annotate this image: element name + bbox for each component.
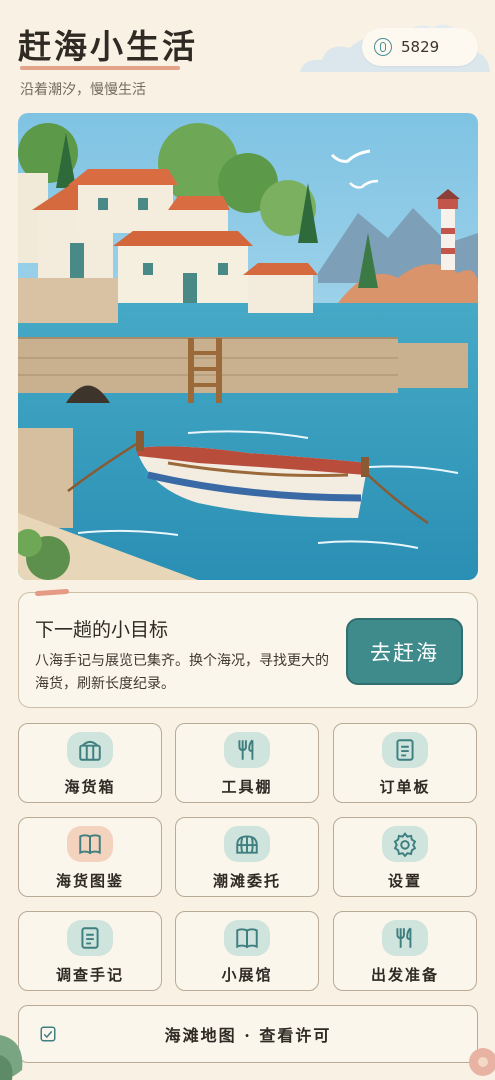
crate-icon xyxy=(79,740,101,761)
menu-tile-crate[interactable]: 海货箱 xyxy=(18,723,162,803)
menu-label: 调查手记 xyxy=(55,966,124,984)
beach-map-button[interactable]: 海滩地图 · 查看许可 xyxy=(18,1005,478,1063)
menu-tile-encyclopedia[interactable]: 海货图鉴 xyxy=(18,817,162,897)
menu-tile-order-board[interactable]: 订单板 xyxy=(333,723,477,803)
card-tab-decoration xyxy=(34,588,70,597)
menu-label: 设置 xyxy=(387,872,422,890)
app-subtitle: 沿着潮汐，慢慢生活 xyxy=(20,82,146,98)
coin-counter[interactable]: 5829 xyxy=(362,28,478,66)
flower-decoration xyxy=(469,1048,495,1076)
leaf-decoration xyxy=(0,1035,23,1080)
menu-tile-settings[interactable]: 设置 xyxy=(333,817,477,897)
goal-title: 下一趟的小目标 xyxy=(35,619,169,641)
menu-label: 出发准备 xyxy=(370,966,439,984)
harbor-illustration xyxy=(18,113,478,580)
menu-label: 工具棚 xyxy=(221,778,273,796)
menu-label: 海货图鉴 xyxy=(55,872,124,890)
coin-icon xyxy=(374,38,392,56)
order-board-icon xyxy=(396,739,414,761)
goal-description: 八海手记与展览已集齐。换个海况，寻找更大的海货，刷新长度纪录。 xyxy=(35,653,329,692)
title-underline xyxy=(20,66,180,70)
notes-icon xyxy=(81,927,99,949)
menu-tile-tools[interactable]: 工具棚 xyxy=(175,723,319,803)
menu-tile-museum[interactable]: 小展馆 xyxy=(175,911,319,991)
book-icon xyxy=(79,834,101,855)
next-goal-card: 下一趟的小目标 八海手记与展览已集齐。换个海况，寻找更大的海货，刷新长度纪录。 … xyxy=(18,588,478,708)
menu-tile-commission[interactable]: 潮滩委托 xyxy=(175,817,319,897)
app-title: 赶海小生活 xyxy=(18,27,198,66)
menu-label: 订单板 xyxy=(379,778,431,796)
coin-value: 5829 xyxy=(401,38,440,56)
menu-tile-survey-notes[interactable]: 调查手记 xyxy=(18,911,162,991)
menu-label: 潮滩委托 xyxy=(212,872,281,890)
beach-map-label: 海滩地图 · 查看许可 xyxy=(164,1026,332,1045)
menu-tile-departure-prep[interactable]: 出发准备 xyxy=(333,911,477,991)
go-fishing-button[interactable]: 去赶海 xyxy=(346,618,463,685)
museum-book-icon xyxy=(236,928,258,949)
utensils-icon xyxy=(396,927,412,948)
dome-icon xyxy=(236,835,258,854)
gear-icon xyxy=(393,832,417,857)
menu-label: 海货箱 xyxy=(64,778,116,796)
tools-icon xyxy=(238,739,254,760)
menu-label: 小展馆 xyxy=(221,966,273,984)
